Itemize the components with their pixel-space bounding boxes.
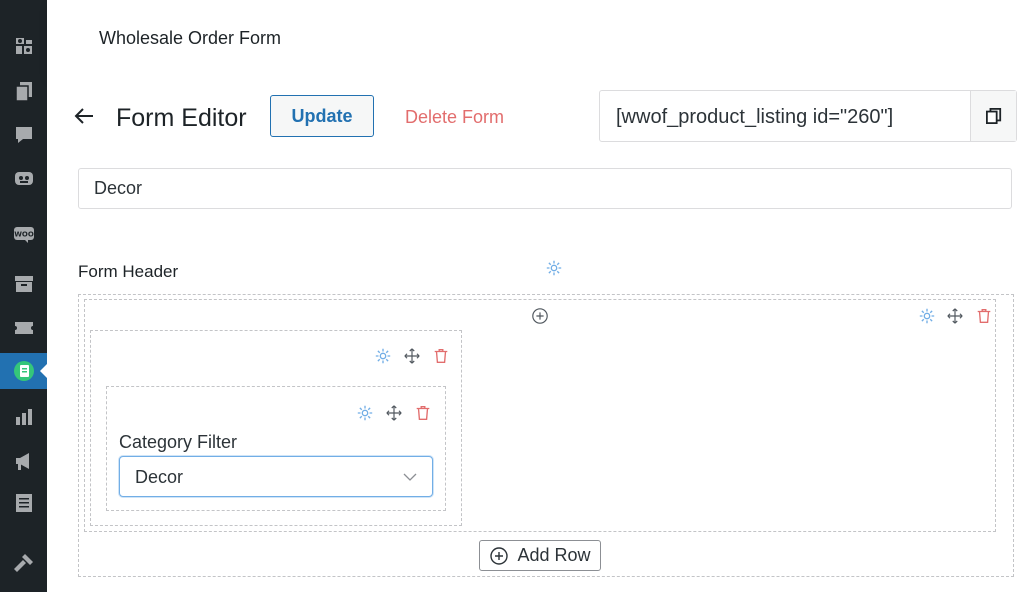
row-delete-trash-icon[interactable] (974, 306, 994, 326)
field-settings-gear-icon[interactable] (355, 403, 375, 423)
woo-logo-text: WOO (14, 231, 34, 239)
add-row-label: Add Row (517, 545, 591, 565)
column-delete-trash-icon[interactable] (431, 346, 451, 366)
delete-form-link[interactable]: Delete Form (405, 107, 504, 128)
analytics-icon[interactable] (0, 399, 47, 435)
megaphone-icon[interactable] (0, 443, 47, 479)
back-arrow-icon[interactable] (73, 105, 95, 127)
category-filter-value: Decor (135, 467, 184, 487)
field-delete-trash-icon[interactable] (413, 403, 433, 423)
woocommerce-icon[interactable]: WOO (0, 216, 47, 252)
shortcode-field[interactable]: [wwof_product_listing id="260"] (599, 90, 1017, 142)
plus-circle-icon (490, 546, 509, 565)
add-row-button[interactable]: Add Row (479, 540, 601, 571)
shortcode-text: [wwof_product_listing id="260"] (616, 106, 894, 128)
add-column-plus-icon[interactable] (530, 306, 550, 326)
column-settings-gear-icon[interactable] (373, 346, 393, 366)
comments-icon[interactable] (0, 117, 47, 153)
wholesale-order-form-icon[interactable] (0, 353, 48, 389)
list-icon[interactable] (0, 485, 47, 521)
ticket-icon[interactable] (0, 310, 47, 346)
page-title: Form Editor (116, 104, 247, 132)
header-settings-gear-icon[interactable] (544, 258, 564, 278)
category-filter-label: Category Filter (119, 432, 238, 452)
copy-icon (985, 108, 1001, 124)
pages-icon[interactable] (0, 73, 47, 109)
update-button[interactable]: Update (270, 95, 374, 137)
archive-icon[interactable] (0, 266, 47, 302)
copy-shortcode-button[interactable] (970, 91, 1016, 141)
app-header: Wholesale Order Form (47, 0, 1024, 77)
column-move-icon[interactable] (402, 346, 422, 366)
admin-sidebar: WOO (0, 0, 48, 592)
form-header-label: Form Header (78, 262, 179, 281)
row-settings-gear-icon[interactable] (917, 306, 937, 326)
hammer-icon[interactable] (0, 545, 47, 581)
field-move-icon[interactable] (384, 403, 404, 423)
tools-icon[interactable] (0, 28, 47, 64)
robot-icon[interactable] (0, 160, 47, 196)
form-name-input[interactable]: Decor (78, 168, 1012, 209)
chevron-down-icon (402, 469, 418, 490)
row-move-icon[interactable] (945, 306, 965, 326)
category-filter-select[interactable]: Decor (119, 456, 433, 497)
app-title: Wholesale Order Form (99, 28, 282, 48)
form-editor-panel: Form Editor Update Delete Form [wwof_pro… (47, 77, 1024, 592)
